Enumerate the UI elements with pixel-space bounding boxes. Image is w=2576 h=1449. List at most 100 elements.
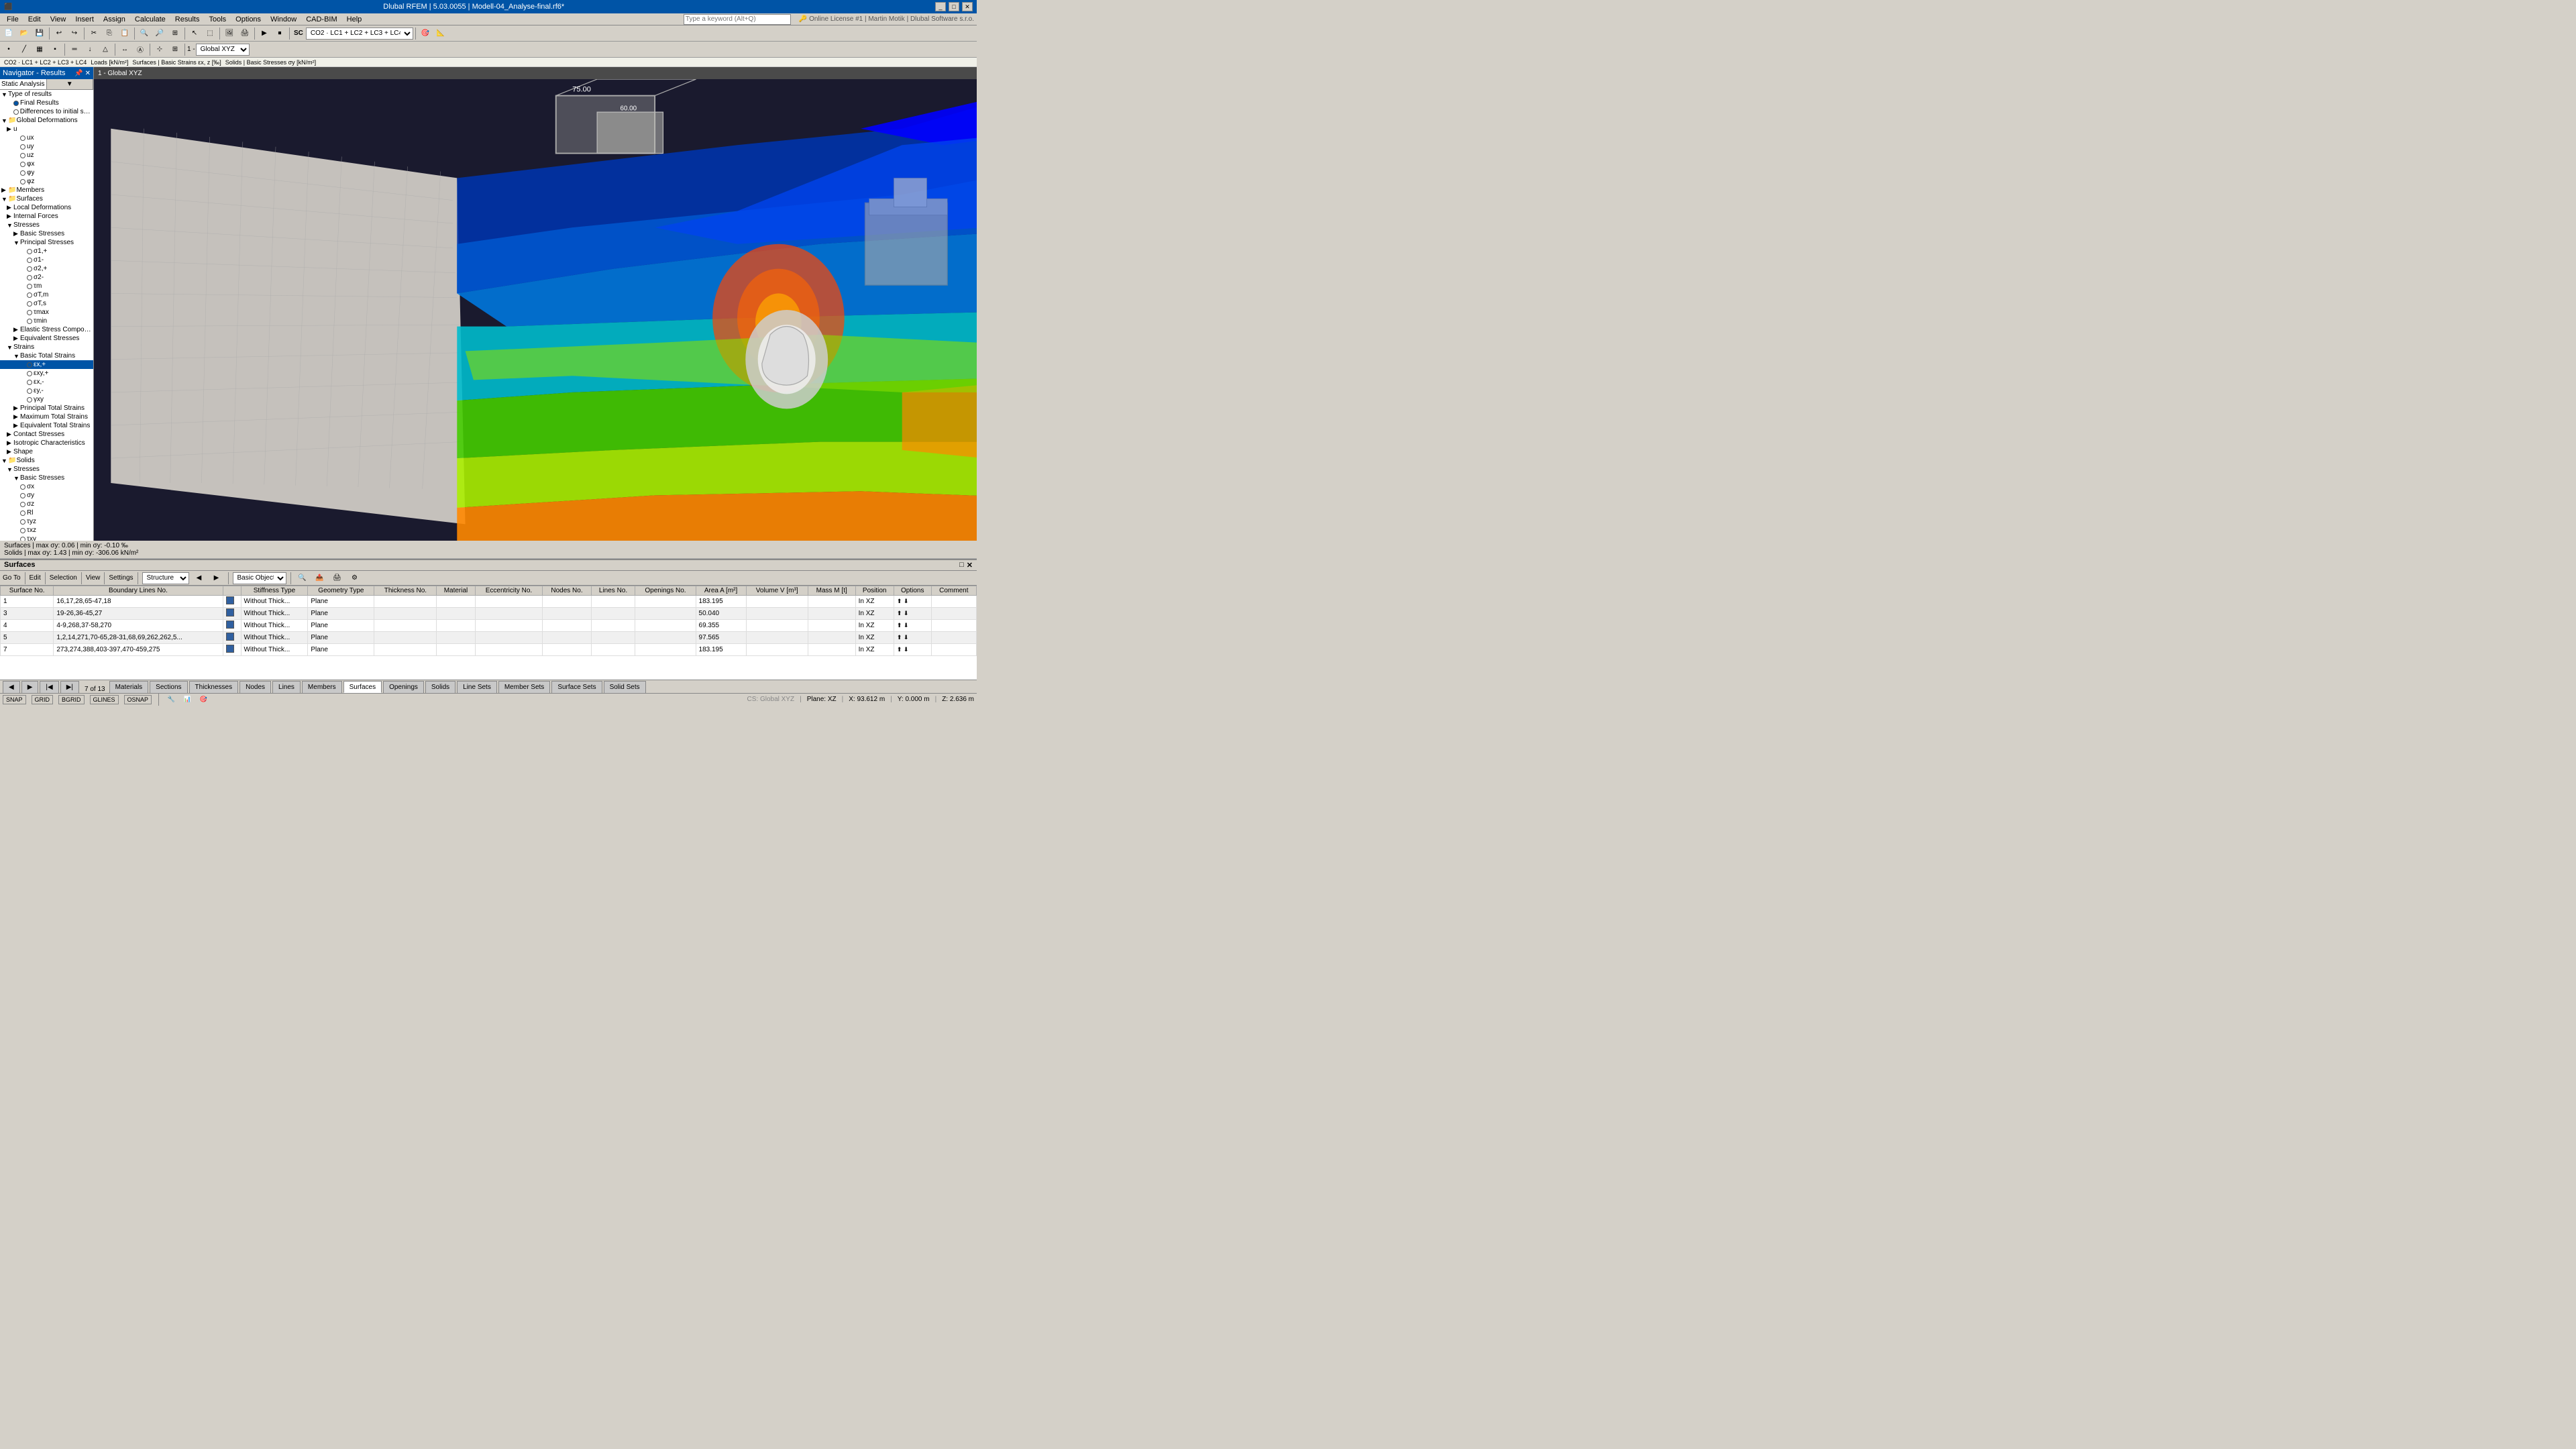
paste-btn[interactable]: 📋 [117, 27, 132, 40]
tree-sigmatm[interactable]: σT,m [0, 290, 93, 299]
structure-select[interactable]: Structure [142, 572, 189, 584]
tree-sigmats[interactable]: σT,s [0, 299, 93, 308]
window-controls[interactable]: _ □ ✕ [935, 2, 973, 11]
tree-gammaxy[interactable]: γxy [0, 395, 93, 404]
btab-nav-prev[interactable]: ◀ [3, 681, 20, 693]
surface-btn[interactable]: ▦ [32, 43, 47, 56]
view-select[interactable]: Global XYZ [196, 44, 250, 56]
table-settings-btn[interactable]: ⚙ [347, 572, 362, 585]
radio-phiz[interactable] [20, 179, 25, 184]
tree-global-def[interactable]: ▼ 📁 Global Deformations [0, 116, 93, 125]
viewport-canvas[interactable]: 75.00 60.00 [94, 79, 977, 541]
tree-phiz[interactable]: φz [0, 177, 93, 186]
tree-phix[interactable]: φx [0, 160, 93, 168]
radio-ux[interactable] [20, 136, 25, 141]
table-row[interactable]: 5 1,2,14,271,70-65,28-31,68,69,262,262,5… [1, 632, 977, 644]
radio-sigma1p[interactable] [27, 249, 32, 254]
radio-taum[interactable] [27, 284, 32, 289]
grid-btn[interactable]: ⊞ [168, 43, 182, 56]
zoom-all-btn[interactable]: ⊞ [168, 27, 182, 40]
radio-sigmats[interactable] [27, 301, 32, 307]
radio-epsx-m[interactable] [27, 380, 32, 385]
table-print-btn[interactable]: 🖨 [330, 572, 345, 585]
tree-sigma2m[interactable]: σ2- [0, 273, 93, 282]
select-btn[interactable]: ↖ [187, 27, 202, 40]
grid-btn-status[interactable]: GRID [32, 695, 54, 704]
tree-tauxz[interactable]: τxz [0, 526, 93, 535]
member-btn[interactable]: ═ [67, 43, 82, 56]
tree-type-results[interactable]: ▼ Type of results [0, 90, 93, 99]
undo-btn[interactable]: ↩ [52, 27, 66, 40]
close-button[interactable]: ✕ [962, 2, 973, 11]
menu-insert[interactable]: Insert [71, 15, 98, 24]
radio-tauyz[interactable] [20, 519, 25, 525]
print-btn[interactable]: 🖨 [237, 27, 252, 40]
tree-equiv-total[interactable]: ▶ Equivalent Total Strains [0, 421, 93, 430]
search-input[interactable] [684, 14, 791, 25]
table-row[interactable]: 7 273,274,388,403-397,470-459,275 Withou… [1, 644, 977, 656]
menu-calculate[interactable]: Calculate [131, 15, 170, 24]
snap-btn[interactable]: ⊹ [152, 43, 167, 56]
tree-tauyz[interactable]: τyz [0, 517, 93, 526]
minimize-button[interactable]: _ [935, 2, 946, 11]
new-btn[interactable]: 📄 [1, 27, 16, 40]
solid-btn[interactable]: ▪ [48, 43, 62, 56]
btab-surface-sets[interactable]: Surface Sets [551, 681, 602, 693]
tree-sigma1p[interactable]: σ1,+ [0, 247, 93, 256]
radio-phix[interactable] [20, 162, 25, 167]
copy-btn[interactable]: ⎘ [102, 27, 117, 40]
menu-assign[interactable]: Assign [99, 15, 129, 24]
tree-phiy[interactable]: φy [0, 168, 93, 177]
glines-btn-status[interactable]: GLINES [90, 695, 119, 704]
radio-uy[interactable] [20, 144, 25, 150]
basic-objects-select[interactable]: Basic Objects [233, 572, 286, 584]
tree-taumin[interactable]: τmin [0, 317, 93, 325]
tree-epsy-m[interactable]: εy,- [0, 386, 93, 395]
radio-sigmaz[interactable] [20, 502, 25, 507]
load-btn[interactable]: ↓ [83, 43, 97, 56]
menu-edit[interactable]: Edit [24, 15, 45, 24]
tree-epsx-m[interactable]: εx,- [0, 378, 93, 386]
radio-sigma1m[interactable] [27, 258, 32, 263]
radio-sigma2p[interactable] [27, 266, 32, 272]
calculate-btn[interactable]: ▶ [257, 27, 272, 40]
save-btn[interactable]: 💾 [32, 27, 47, 40]
btab-sections[interactable]: Sections [150, 681, 187, 693]
radio-final-results[interactable] [13, 101, 19, 106]
viewport[interactable]: 1 - Global XYZ [94, 67, 977, 541]
tree-sigmay[interactable]: σy [0, 491, 93, 500]
tree-elastic-stress[interactable]: ▶ Elastic Stress Components [0, 325, 93, 334]
radio-epsx-p[interactable] [27, 362, 32, 368]
menu-options[interactable]: Options [231, 15, 265, 24]
tree-sigmax[interactable]: σx [0, 482, 93, 491]
tree-uy[interactable]: uy [0, 142, 93, 151]
btab-line-sets[interactable]: Line Sets [457, 681, 497, 693]
load-case-select[interactable]: CO2 · LC1 + LC2 + LC3 + LC4 [306, 28, 413, 40]
table-next-btn[interactable]: ▶ [209, 572, 224, 585]
tree-sigma2p[interactable]: σ2,+ [0, 264, 93, 273]
status-icon2[interactable]: 📊 [182, 695, 193, 704]
tree-max-total[interactable]: ▶ Maximum Total Strains [0, 413, 93, 421]
cut-btn[interactable]: ✂ [87, 27, 101, 40]
tree-taumax[interactable]: τmax [0, 308, 93, 317]
tree-principal-stresses[interactable]: ▼ Principal Stresses [0, 238, 93, 247]
tree-members[interactable]: ▶ 📁 Members [0, 186, 93, 195]
surfaces-maximize-icon[interactable]: □ [959, 561, 964, 569]
menu-file[interactable]: File [3, 15, 23, 24]
radio-phiy[interactable] [20, 170, 25, 176]
tree-u[interactable]: ▶ u [0, 125, 93, 133]
zoom-out-btn[interactable]: 🔎 [152, 27, 167, 40]
menu-help[interactable]: Help [343, 15, 366, 24]
radio-sigma2m[interactable] [27, 275, 32, 280]
btab-nodes[interactable]: Nodes [239, 681, 271, 693]
radio-sigmax[interactable] [20, 484, 25, 490]
tree-tauxy[interactable]: τxy [0, 535, 93, 541]
table-row[interactable]: 4 4-9,268,37-58,270 Without Thick... Pla… [1, 620, 977, 632]
btab-materials[interactable]: Materials [109, 681, 149, 693]
tree-epsx-p[interactable]: εx,+ [0, 360, 93, 369]
menu-view[interactable]: View [46, 15, 70, 24]
line-btn[interactable]: ╱ [17, 43, 32, 56]
btab-openings[interactable]: Openings [383, 681, 424, 693]
table-row[interactable]: 3 19-26,36-45,27 Without Thick... Plane … [1, 608, 977, 620]
tree-final-results[interactable]: Final Results [0, 99, 93, 107]
